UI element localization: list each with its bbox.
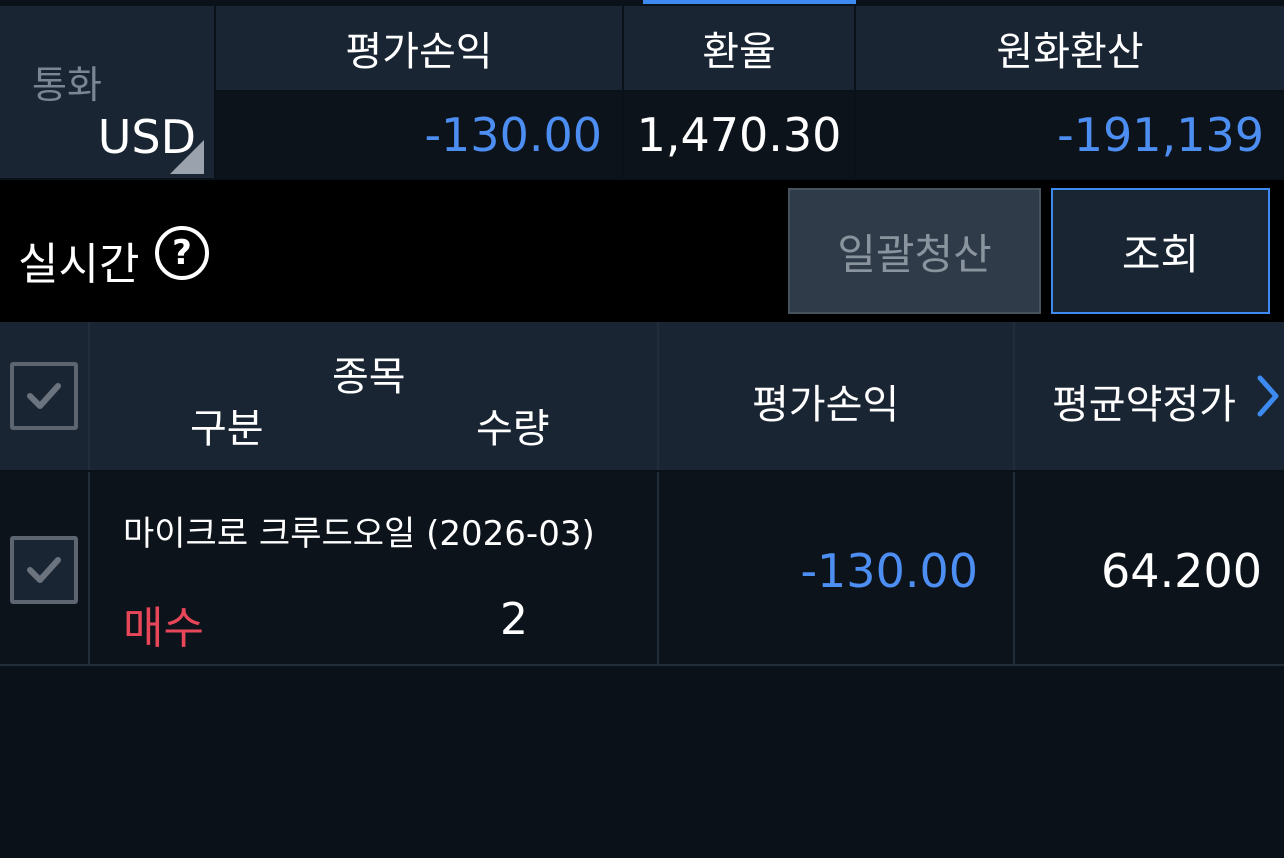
realtime-label: 실시간 (18, 239, 140, 290)
summary-krw-value: -191,139 (856, 92, 1284, 178)
product-name: 마이크로 크루드오일 (2026-03) (123, 514, 595, 554)
dropdown-corner-icon (170, 140, 204, 174)
query-button[interactable]: 조회 (1051, 188, 1270, 314)
row-checkbox[interactable] (10, 536, 78, 604)
currency-label: 통화 (32, 63, 102, 107)
header-pl: 평가손익 (216, 6, 622, 90)
select-all-checkbox[interactable] (10, 362, 78, 430)
realtime-toolbar: 실시간 ? 일괄청산 조회 (0, 180, 1284, 322)
avg-price-value: 64.200 (1101, 544, 1262, 598)
header-exchange-rate: 환율 (624, 6, 854, 90)
header-side: 구분 (190, 406, 264, 452)
header-avg-price: 평균약정가 (1052, 382, 1236, 428)
position-pl-value: -130.00 (800, 544, 978, 598)
positions-table-header: 종목 구분 수량 평가손익 평균약정가 (0, 322, 1284, 470)
currency-selector[interactable]: 통화 USD (0, 6, 214, 178)
summary-pl-value: -130.00 (216, 92, 622, 178)
side-buy-label: 매수 (123, 603, 204, 654)
summary-exchange-rate-value: 1,470.30 (624, 92, 854, 178)
checkmark-icon (27, 383, 61, 409)
tab-indicator (643, 0, 856, 4)
empty-list-area (0, 666, 1284, 858)
checkmark-icon (27, 557, 61, 583)
header-product: 종목 (332, 354, 406, 400)
chevron-right-icon[interactable] (1256, 374, 1282, 418)
header-position-pl: 평가손익 (752, 382, 900, 428)
quantity-value: 2 (500, 594, 528, 645)
header-quantity: 수량 (476, 406, 550, 452)
liquidate-all-button[interactable]: 일괄청산 (788, 188, 1041, 314)
account-summary: 통화 USD 평가손익 환율 원화환산 -130.00 1,470.30 -19… (0, 0, 1284, 180)
table-row[interactable]: 마이크로 크루드오일 (2026-03) 매수 2 -130.00 64.200 (0, 472, 1284, 665)
help-icon[interactable]: ? (155, 226, 209, 280)
header-krw-conversion: 원화환산 (856, 6, 1284, 90)
